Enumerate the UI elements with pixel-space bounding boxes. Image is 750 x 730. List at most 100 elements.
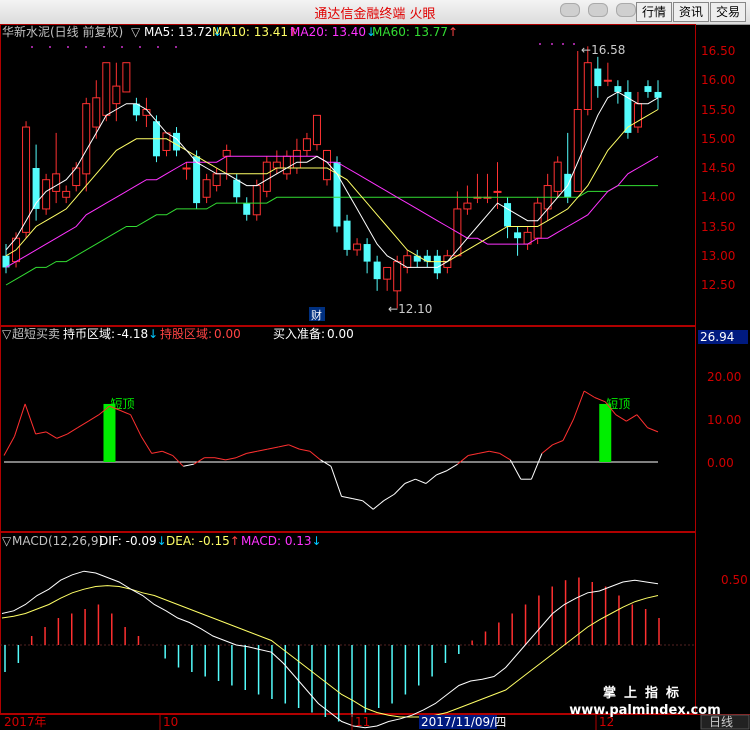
maximize-control[interactable] [588,3,608,17]
osc-line-segment [541,444,553,454]
watermark-cn: 掌上指标 [602,686,687,701]
svg-text:MA20: 13.40↓: MA20: 13.40↓ [290,25,376,39]
osc-hold-arrow: ↓ [148,327,158,341]
grid-dot [175,46,177,48]
svg-text:MA60: 13.77↑: MA60: 13.77↑ [372,25,458,39]
osc-line-segment [626,414,638,422]
osc-signal-label: 短顶 [606,397,630,411]
osc-line-segment [509,459,522,480]
osc-line-segment [372,500,385,510]
osc-line-segment [573,390,585,420]
candle-body [514,232,522,239]
osc-line-segment [552,440,564,446]
osc-line-segment [257,448,268,452]
grid-dot [85,46,87,48]
osc-line-segment [56,433,68,439]
osc-line-segment [183,463,194,467]
osc-line-segment [193,457,205,465]
event-marker[interactable]: 财 [311,308,322,322]
quotes-button[interactable]: 行情 [636,2,673,22]
candle-body [262,161,271,192]
svg-text:持股区域:0.00: 持股区域: 0.00 [160,326,241,341]
minimize-control[interactable] [560,3,580,17]
osc-line-segment [393,483,406,495]
svg-text:买入准备:0.00: 买入准备: 0.00 [273,327,354,341]
osc-hold-value: -4.18 [117,327,148,341]
osc-line-segment [162,450,173,457]
macd-dea-label: DEA: -0.15 [166,534,230,548]
candle-body [583,62,592,110]
osc-line-segment [330,466,343,497]
ma60-label: MA60: 13.77 [372,25,448,39]
grid-dot [573,43,575,45]
grid-dot [539,43,541,45]
osc-line-segment [362,500,374,510]
candle-body [162,132,171,151]
osc-signal-label: 短顶 [110,397,134,411]
candle-body [333,162,341,227]
osc-line-segment [67,427,79,435]
svg-text:MA10: 13.41↑: MA10: 13.41↑ [212,25,298,39]
osc-line-segment [647,427,659,433]
candle-body [102,62,111,116]
osc-line-segment [446,463,458,472]
osc-line-segment [404,478,416,484]
osc-line-segment [436,470,448,476]
candle-body [122,62,131,93]
svg-text:持币区域:-4.18↓: 持币区域: -4.18↓ [63,326,158,341]
osc-line-segment [468,452,479,457]
osc-line-segment [615,414,627,422]
candle-body [92,97,101,128]
osc-line-segment [457,455,469,465]
osc-y-axis: 20.00 10.00 0.00 [707,370,741,470]
osc-ytick: 20.00 [707,370,741,384]
macd-dif-label: DIF: -0.09 [99,534,157,548]
x-label: 11 [355,715,370,729]
ma10-label: MA10: 13.41 [212,25,288,39]
price-grid [31,43,575,48]
osc-current-value: 26.94 [700,330,734,344]
candle-body [233,179,241,198]
high-price-marker: ←16.58 [581,43,625,57]
candle-body [363,244,371,262]
price-ytick: 14.00 [701,190,735,204]
osc-line-segment [214,457,226,461]
osc-line-segment [24,403,37,435]
osc-line-segment [383,493,395,502]
price-ytick: 13.00 [701,249,735,263]
osc-line-segment [425,474,437,484]
macd-toggle-icon[interactable]: ▽ [2,534,12,548]
osc-line-segment [235,452,247,459]
osc-ytick: 0.00 [707,456,734,470]
trade-button[interactable]: 交易 [710,2,747,22]
grid-dot [157,46,159,48]
candle-body [393,261,402,292]
price-y-axis: 16.50 16.00 15.50 15.00 14.50 14.00 13.5… [701,44,735,292]
close-control[interactable] [616,3,636,17]
candle-body [633,103,642,128]
news-button[interactable]: 资讯 [673,2,710,22]
price-ytick: 16.00 [701,73,735,87]
candle-body [302,138,311,151]
macd-value-arrow: ↓ [312,534,322,548]
candle-body [343,220,351,250]
svg-text:MACD: 0.13↓: MACD: 0.13↓ [241,534,322,548]
osc-line-segment [351,498,363,502]
osc-toggle-icon[interactable]: ▽ [2,327,12,341]
grid-dot [49,46,51,48]
candle-body [182,167,191,170]
osc-line-segment [140,435,153,454]
candle-body [282,155,291,175]
svg-text:DEA: -0.15↑: DEA: -0.15↑ [166,534,240,548]
osc-line-segment [562,418,575,441]
price-ytick: 15.50 [701,103,735,117]
osc-buy-label: 买入准备: [273,327,325,341]
grid-dot [103,46,105,48]
panel-toggle-icon[interactable]: ▽ [131,25,141,39]
candle-body [252,185,261,216]
oscillator: 短顶 短顶 [3,390,659,510]
macd-name: MACD(12,26,9) [12,534,103,548]
candle-body [112,85,121,105]
chart-canvas[interactable]: 短顶 短顶 华新水泥(日线 前复权) ▽ MA5: 13.72↓ MA10: 13… [0,24,750,730]
price-ytick: 14.50 [701,161,735,175]
